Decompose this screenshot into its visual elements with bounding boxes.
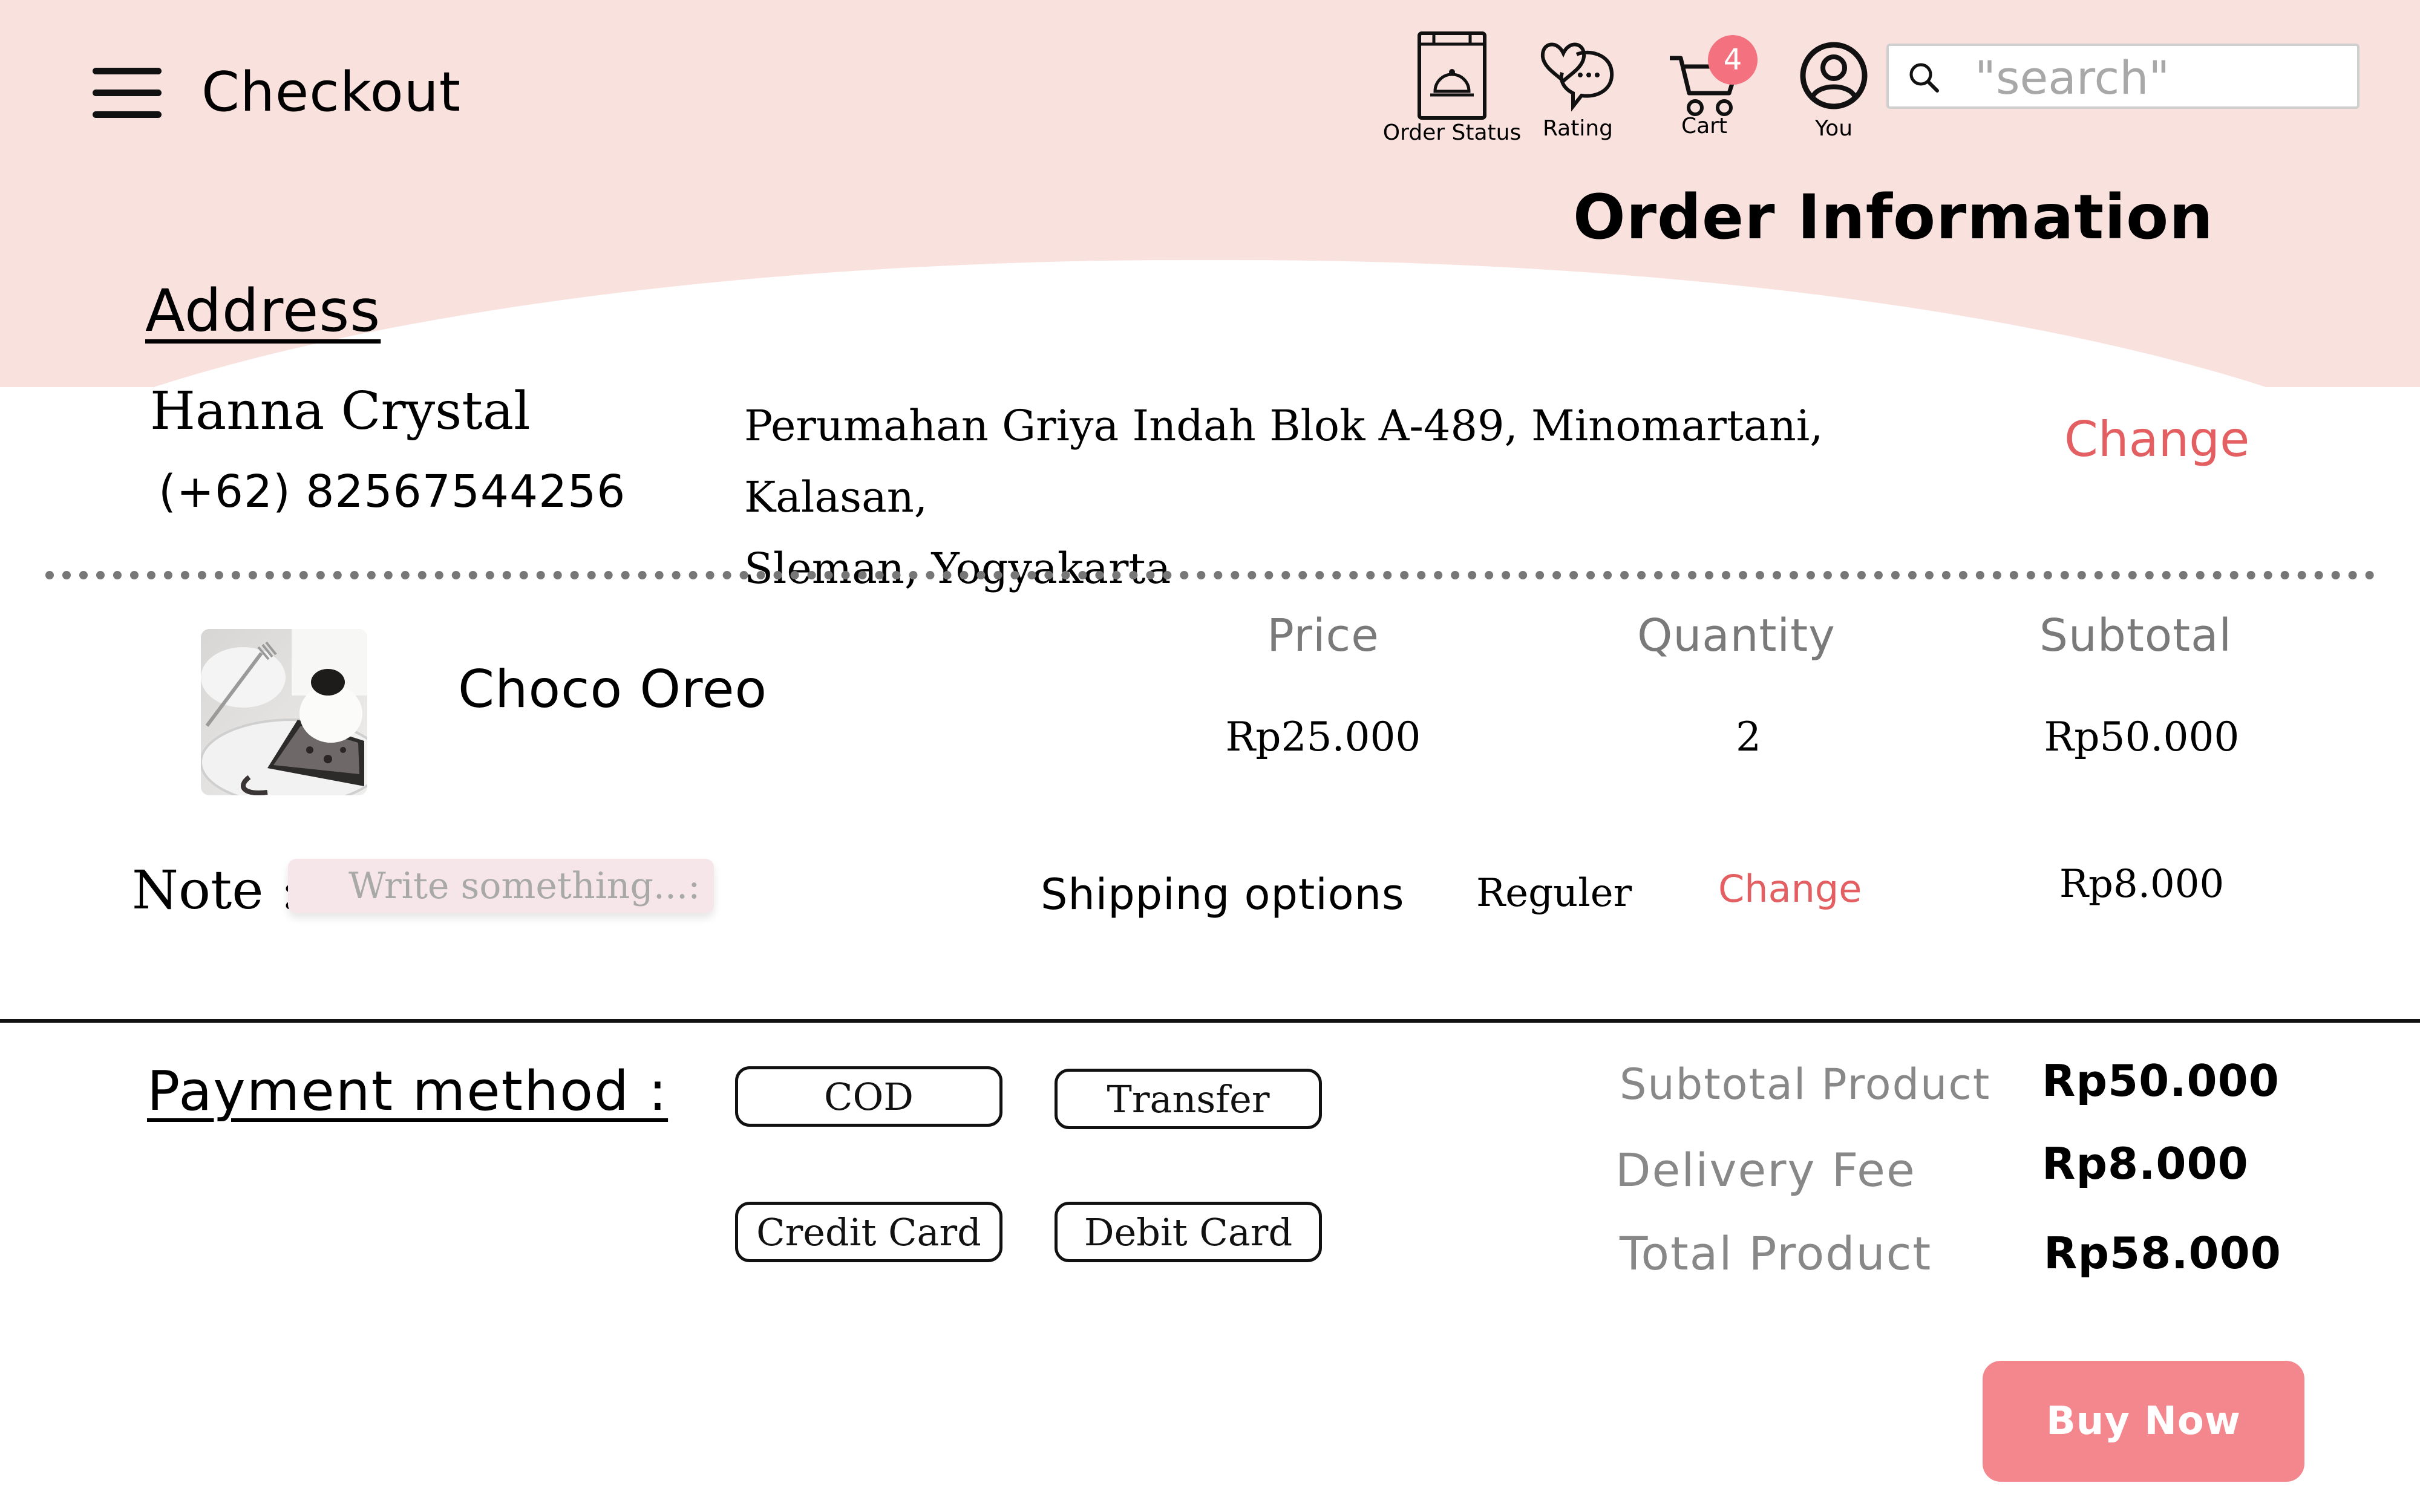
address-line-2: Sleman, Yogyakarta [744, 544, 1171, 593]
subtotal-product-value: Rp50.000 [2042, 1055, 2280, 1106]
payment-option-cod[interactable]: COD [735, 1066, 1002, 1127]
search-box [1886, 44, 2360, 109]
dotted-divider [45, 571, 2375, 579]
checkout-page: Checkout Order Status Rating Cart 4 You … [0, 0, 2420, 1512]
product-quantity: 2 [1736, 714, 1761, 760]
shipping-type: Reguler [1476, 871, 1632, 916]
payment-method-heading: Payment method : [147, 1060, 669, 1123]
shipping-options-label: Shipping options [1041, 870, 1405, 919]
nav-you[interactable]: You [1799, 41, 1868, 144]
nav-rating[interactable]: Rating [1539, 36, 1617, 145]
payment-option-credit-card[interactable]: Credit Card [735, 1202, 1002, 1262]
heart-chat-icon [1540, 42, 1614, 112]
address-line-1: Perumahan Griya Indah Blok A-489, Minoma… [744, 401, 1823, 522]
buy-now-button[interactable]: Buy Now [1983, 1361, 2304, 1482]
page-title: Checkout [201, 60, 462, 124]
hamburger-menu-icon[interactable] [93, 68, 162, 119]
search-input[interactable] [1974, 51, 2339, 104]
recipient-name: Hanna Crystal [150, 381, 531, 442]
search-icon[interactable] [1907, 60, 1941, 94]
order-information-title: Order Information [1573, 181, 2214, 253]
address-heading: Address [145, 277, 381, 345]
change-shipping-link[interactable]: Change [1718, 867, 1862, 911]
recipient-phone: (+62) 82567544256 [159, 466, 626, 518]
shipping-price: Rp8.000 [2059, 862, 2225, 907]
product-name: Choco Oreo [458, 659, 768, 720]
product-price: Rp25.000 [1225, 714, 1421, 760]
delivery-fee-label: Delivery Fee [1615, 1143, 1916, 1197]
delivery-fee-value: Rp8.000 [2042, 1138, 2249, 1189]
payment-option-debit-card[interactable]: Debit Card [1055, 1202, 1322, 1262]
subtotal-product-label: Subtotal Product [1620, 1060, 1991, 1109]
user-icon [1800, 42, 1868, 109]
subtotal-column-header: Subtotal [2039, 610, 2232, 662]
note-input[interactable] [288, 859, 714, 913]
quantity-column-header: Quantity [1637, 610, 1836, 662]
cart-count-badge: 4 [1708, 35, 1758, 85]
section-divider [0, 1019, 2420, 1023]
nav-order-status[interactable]: Order Status [1383, 27, 1521, 148]
price-column-header: Price [1267, 610, 1379, 662]
total-product-value: Rp58.000 [2044, 1228, 2281, 1279]
change-address-link[interactable]: Change [2064, 411, 2249, 468]
nav-label: You [1814, 116, 1853, 141]
total-product-label: Total Product [1620, 1227, 1932, 1280]
product-subtotal: Rp50.000 [2044, 714, 2240, 760]
note-label: Note : [132, 859, 299, 921]
payment-option-transfer[interactable]: Transfer [1055, 1069, 1322, 1129]
product-image [201, 629, 367, 795]
order-bag-icon [1418, 31, 1486, 120]
